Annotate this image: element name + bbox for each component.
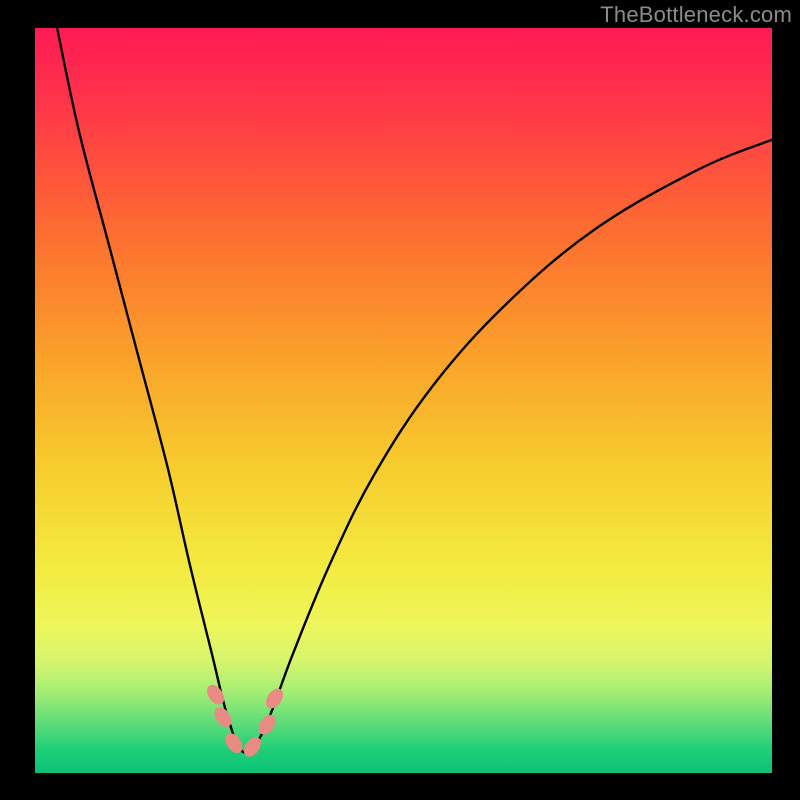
watermark-text: TheBottleneck.com — [600, 2, 792, 28]
gradient-background — [35, 28, 772, 773]
chart-plot — [35, 28, 772, 773]
chart-outer-frame: TheBottleneck.com — [0, 0, 800, 800]
